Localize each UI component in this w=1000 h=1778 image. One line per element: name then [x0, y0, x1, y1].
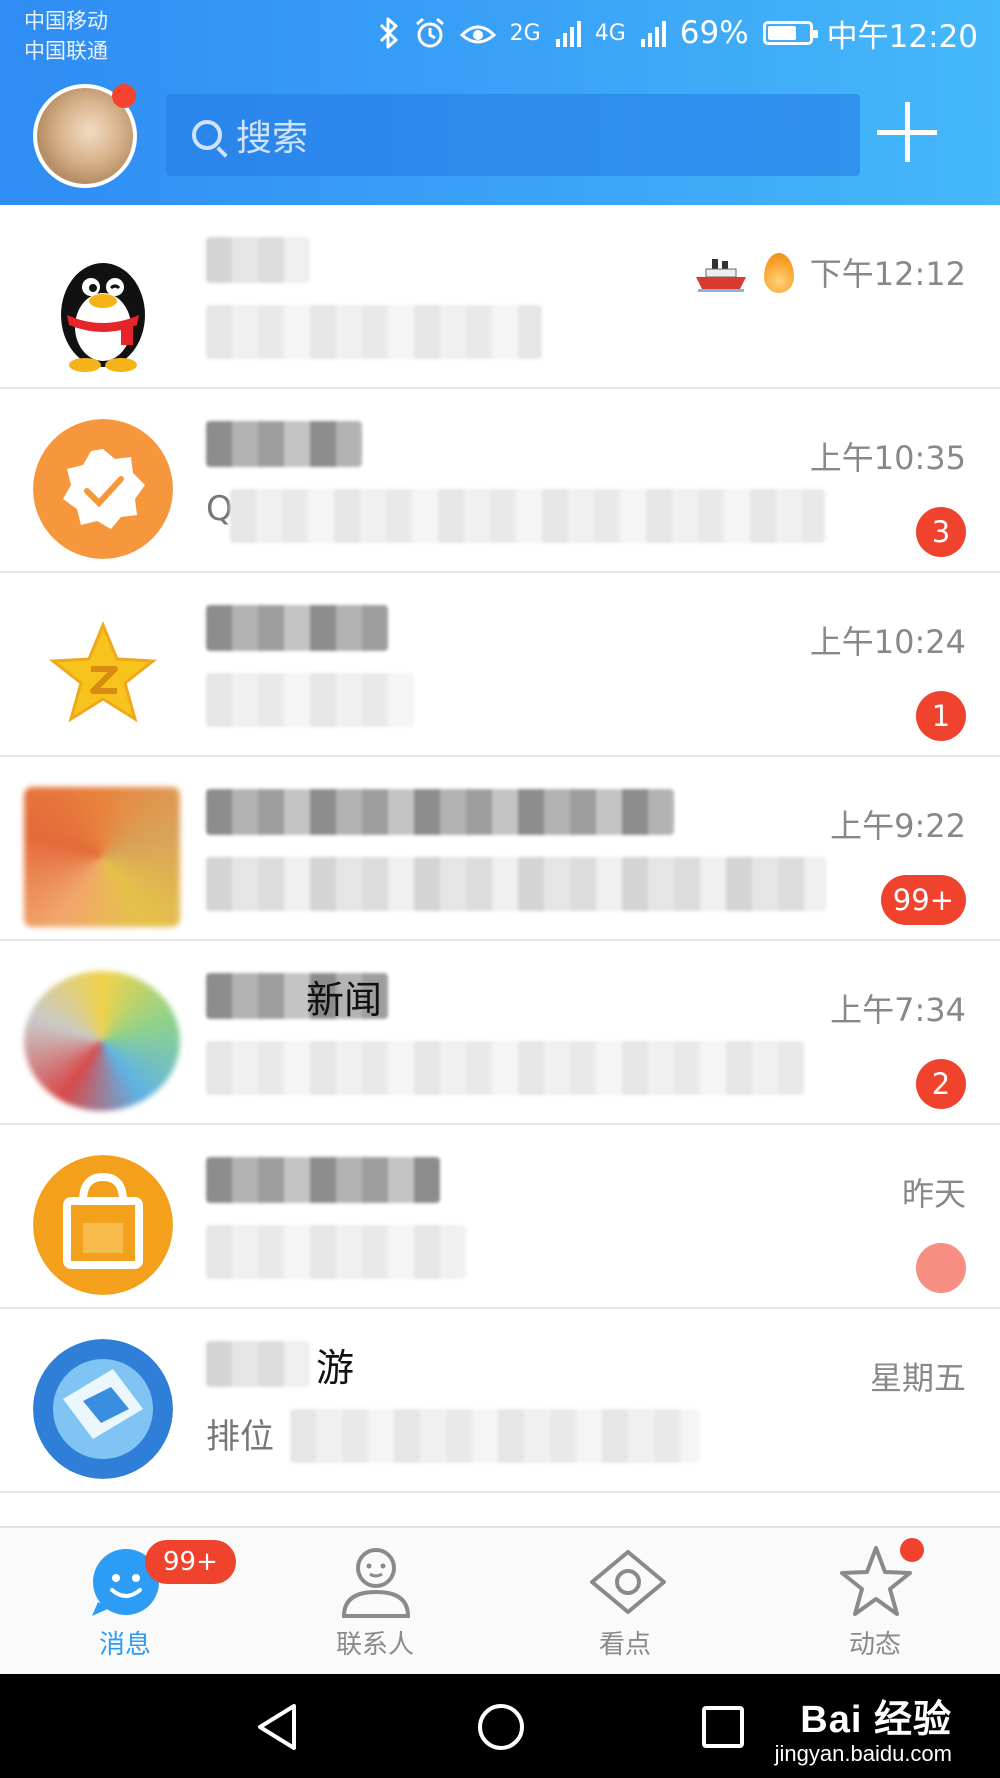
person-icon: [341, 1548, 411, 1618]
avatar-notification-dot: [112, 84, 136, 108]
carrier-2: 中国联通: [24, 39, 108, 63]
chat-row[interactable]: 新闻 上午7:34 2: [0, 941, 1000, 1125]
chat-row[interactable]: 下午12:12: [0, 205, 1000, 389]
back-icon[interactable]: [254, 1702, 300, 1752]
baidu-watermark: Bai 经验 jingyan.baidu.com: [775, 1688, 952, 1767]
chat-row[interactable]: 上午9:22 99+: [0, 757, 1000, 941]
chat-preview-redacted: [206, 1225, 466, 1279]
chat-name-suffix: 游: [316, 1346, 355, 1390]
search-placeholder: 搜索: [236, 118, 309, 159]
tab-messages[interactable]: 99+ 消息: [0, 1528, 250, 1676]
chat-row[interactable]: 上午10:24 1: [0, 573, 1000, 757]
tab-discover[interactable]: 看点: [500, 1528, 750, 1676]
tab-label: 联系人: [335, 1630, 414, 1660]
unread-badge: 2: [916, 1059, 966, 1109]
chat-time: 上午10:35: [809, 439, 966, 477]
unread-badge: [916, 1243, 966, 1293]
system-nav-bar: Bai 经验 jingyan.baidu.com: [0, 1674, 1000, 1778]
qzone-star-icon: [33, 603, 173, 743]
chat-preview-lead: Q: [206, 489, 233, 529]
top-header: 中国移动 中国联通 2G 4G 69% 中午12:20 搜索: [0, 0, 1000, 205]
chat-time: 下午12:12: [809, 255, 966, 293]
chat-preview-redacted: [206, 673, 414, 727]
chat-name-suffix: 新闻: [306, 978, 383, 1022]
signal-icon: [640, 21, 666, 47]
search-bar[interactable]: 搜索: [166, 94, 860, 176]
status-bar-right: 2G 4G 69% 中午12:20: [378, 10, 978, 56]
chat-name-redacted: [206, 237, 310, 283]
shopping-bag-icon: [33, 1155, 173, 1295]
chat-time: 上午7:34: [830, 991, 966, 1029]
chat-name-redacted: [206, 605, 388, 651]
carrier-info: 中国移动 中国联通: [24, 6, 108, 66]
chat-preview-redacted: [206, 305, 542, 359]
chat-row[interactable]: 昨天: [0, 1125, 1000, 1309]
chat-preview-redacted: [230, 489, 825, 543]
tab-notification-dot: [900, 1538, 924, 1562]
signal-icon: [555, 21, 581, 47]
chat-list: 下午12:12 Q 上午10:35 3 上午10:24 1 上午9:22 99+: [0, 205, 1000, 1493]
watermark-url: jingyan.baidu.com: [774, 1741, 952, 1766]
search-icon: [192, 120, 222, 150]
battery-percent: 69%: [679, 15, 749, 51]
unread-badge: 1: [916, 691, 966, 741]
battery-icon: [762, 21, 818, 45]
alarm-icon: [415, 17, 444, 48]
bluetooth-icon: [379, 17, 398, 49]
home-icon[interactable]: [476, 1702, 526, 1752]
chat-time: 昨天: [901, 1175, 966, 1213]
chat-row[interactable]: Q 上午10:35 3: [0, 389, 1000, 573]
chat-row[interactable]: 游 排位 星期五: [0, 1309, 1000, 1493]
chat-time: 星期五: [869, 1359, 966, 1397]
eye-comfort-icon: [459, 25, 496, 44]
ship-icon: [696, 259, 746, 292]
pixelated-avatar: [24, 971, 180, 1111]
chat-name-redacted: [206, 421, 362, 467]
network-4g-label: 4G: [594, 20, 626, 46]
eye-icon: [590, 1550, 666, 1614]
pixelated-avatar: [24, 787, 180, 927]
unread-badge: 3: [916, 507, 966, 557]
chat-name-redacted: [206, 1157, 440, 1203]
chat-name-redacted: [206, 1341, 310, 1387]
tab-unread-badge: 99+: [145, 1540, 236, 1584]
tab-label: 消息: [98, 1630, 151, 1660]
chat-preview-redacted: [206, 1041, 804, 1095]
flame-icon: [764, 253, 794, 293]
tab-feeds[interactable]: 动态: [750, 1528, 1000, 1676]
unread-badge: 99+: [880, 875, 966, 925]
tab-contacts[interactable]: 联系人: [250, 1528, 500, 1676]
badge-check-icon: [33, 419, 173, 559]
chat-preview-redacted: [206, 857, 826, 911]
chat-preview-redacted: [290, 1409, 700, 1463]
game-logo-icon: [33, 1339, 173, 1479]
tab-label: 看点: [598, 1630, 651, 1660]
qq-penguin-icon: [61, 263, 145, 372]
watermark-top: Bai 经验: [800, 1699, 952, 1741]
chat-time: 上午10:24: [809, 623, 966, 661]
carrier-1: 中国移动: [24, 9, 108, 33]
tab-label: 动态: [848, 1630, 901, 1660]
chat-preview-lead: 排位: [206, 1417, 274, 1457]
chat-time: 上午9:22: [830, 807, 966, 845]
status-time: 中午12:20: [826, 18, 978, 55]
recents-icon[interactable]: [700, 1704, 746, 1750]
bottom-tab-bar: 99+ 消息 联系人 看点 动态: [0, 1526, 1000, 1674]
chat-name-redacted: [206, 789, 674, 835]
add-button[interactable]: [877, 102, 937, 162]
network-2g-label: 2G: [509, 20, 541, 46]
